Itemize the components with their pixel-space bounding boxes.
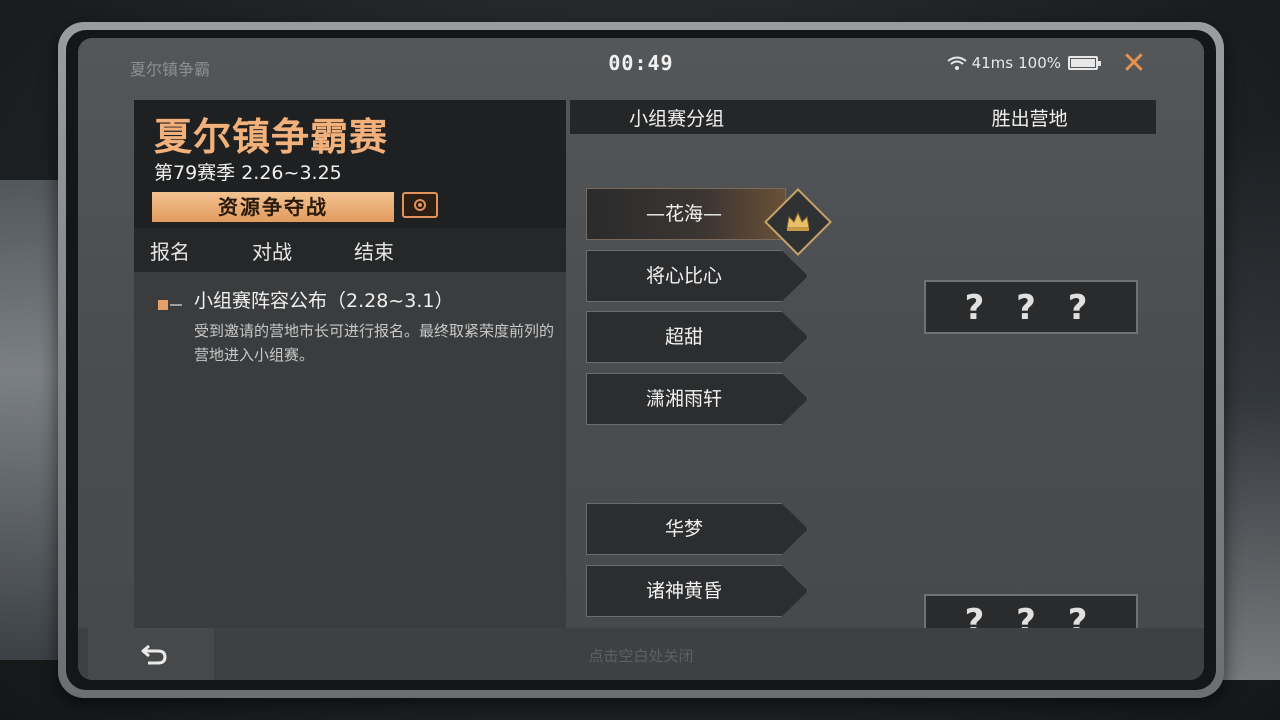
close-hint: 点击空白处关闭	[588, 647, 694, 665]
tablet-frame: 夏尔镇争霸 00:49 41ms 100% ✕ 夏尔镇争霸赛 第79赛季 2.2…	[58, 22, 1224, 698]
team-name: —花海—	[645, 203, 722, 225]
close-button[interactable]: ✕	[1116, 46, 1152, 82]
stage-bullet	[158, 300, 182, 310]
battery-text: 100%	[1018, 54, 1061, 72]
close-icon: ✕	[1121, 46, 1147, 81]
latency-text: 41ms	[971, 54, 1014, 72]
groups-header: 小组赛分组	[629, 107, 725, 130]
stage-item: 小组赛阵容公布（2.28~3.1） 受到邀请的营地市长可进行报名。最终取紧荣度前…	[134, 272, 566, 367]
winners-header: 胜出营地	[991, 107, 1068, 130]
bracket-header: 小组赛分组 胜出营地	[570, 100, 1156, 134]
wifi-icon	[946, 56, 967, 70]
stage-description: 受到邀请的营地市长可进行报名。最终取紧荣度前列的营地进入小组赛。	[194, 322, 555, 364]
event-title: 夏尔镇争霸赛	[154, 115, 389, 159]
bottom-bar[interactable]: 点击空白处关闭	[78, 628, 1204, 680]
mode-banner: 资源争夺战	[152, 192, 394, 222]
team-name: 超甜	[664, 326, 703, 348]
status-indicators: 41ms 100%	[946, 54, 1101, 72]
event-season: 第79赛季 2.26~3.25	[154, 162, 342, 184]
battery-icon	[1068, 56, 1101, 70]
team-plate-2[interactable]: 将心比心	[586, 250, 808, 302]
tab-battle[interactable]: 对战	[252, 236, 292, 265]
event-header: 夏尔镇争霸赛 第79赛季 2.26~3.25 资源争夺战	[134, 100, 566, 228]
team-name: 诸神黄昏	[645, 580, 722, 602]
winner-slot: ? ? ?	[924, 280, 1138, 334]
team-plate-3[interactable]: 超甜	[586, 311, 808, 363]
team-plate-4[interactable]: 潇湘雨轩	[586, 373, 808, 425]
event-info-panel: 夏尔镇争霸赛 第79赛季 2.26~3.25 资源争夺战 报名 对战 结束 小组…	[134, 100, 566, 630]
tab-signup[interactable]: 报名	[150, 236, 190, 265]
crown-icon	[786, 211, 810, 231]
team-plate-1[interactable]: —花海—	[586, 188, 786, 240]
team-name: 华梦	[664, 518, 703, 540]
team-plate-6[interactable]: 诸神黄昏	[586, 565, 808, 617]
phase-tabs: 报名 对战 结束	[134, 228, 566, 272]
mode-info-icon[interactable]	[402, 192, 438, 218]
team-plate-5[interactable]: 华梦	[586, 503, 808, 555]
tablet-bezel: 夏尔镇争霸 00:49 41ms 100% ✕ 夏尔镇争霸赛 第79赛季 2.2…	[66, 30, 1216, 690]
tab-end[interactable]: 结束	[354, 236, 394, 265]
team-name: 潇湘雨轩	[645, 388, 722, 410]
background-scenery-right	[1220, 120, 1280, 680]
team-name: 将心比心	[645, 265, 722, 287]
tablet-screen: 夏尔镇争霸 00:49 41ms 100% ✕ 夏尔镇争霸赛 第79赛季 2.2…	[78, 38, 1204, 680]
stage-title: 小组赛阵容公布（2.28~3.1）	[194, 290, 454, 312]
